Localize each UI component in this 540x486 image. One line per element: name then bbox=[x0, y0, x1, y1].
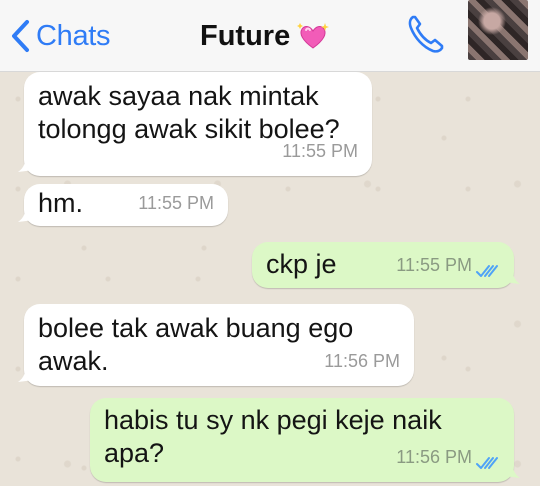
message-bubble-outgoing[interactable]: ckp je 11:55 PM bbox=[252, 242, 520, 288]
back-button[interactable]: Chats bbox=[10, 14, 111, 58]
message-timestamp: 11:55 PM bbox=[138, 193, 214, 213]
double-check-icon bbox=[476, 265, 498, 277]
message-text: bolee tak awak buang ego awak. bbox=[38, 313, 354, 376]
double-check-icon bbox=[476, 457, 498, 469]
bubble-tail bbox=[18, 204, 34, 222]
navigation-bar: Chats Future bbox=[0, 0, 540, 72]
phone-icon[interactable] bbox=[404, 12, 446, 56]
bubble-tail bbox=[504, 460, 520, 478]
message-timestamp: 11:56 PM bbox=[396, 447, 472, 467]
bubble-tail bbox=[18, 154, 34, 172]
contact-title[interactable]: Future bbox=[200, 16, 330, 56]
bubble-tail bbox=[504, 266, 520, 284]
bubble-tail bbox=[18, 364, 34, 382]
message-bubble-incoming[interactable]: hm. 11:55 PM bbox=[18, 184, 228, 226]
message-text: hm. bbox=[38, 188, 84, 218]
message-timestamp: 11:55 PM bbox=[282, 141, 358, 161]
message-bubble-outgoing[interactable]: habis tu sy nk pegi keje naik apa? 11:56… bbox=[90, 398, 520, 482]
contact-avatar[interactable] bbox=[468, 0, 528, 60]
chevron-left-icon bbox=[12, 20, 29, 52]
back-label: Chats bbox=[36, 19, 111, 52]
message-text: ckp je bbox=[266, 249, 337, 279]
message-timestamp: 11:55 PM bbox=[396, 255, 472, 275]
message-bubble-incoming[interactable]: awak sayaa nak mintak tolongg awak sikit… bbox=[18, 72, 372, 176]
message-text: habis tu sy nk pegi keje naik apa? bbox=[104, 405, 442, 468]
message-bubble-incoming[interactable]: bolee tak awak buang ego awak. 11:56 PM bbox=[18, 304, 414, 386]
contact-name: Future bbox=[200, 19, 291, 52]
sparkling-heart-icon bbox=[297, 23, 330, 49]
message-timestamp: 11:56 PM bbox=[324, 351, 400, 371]
